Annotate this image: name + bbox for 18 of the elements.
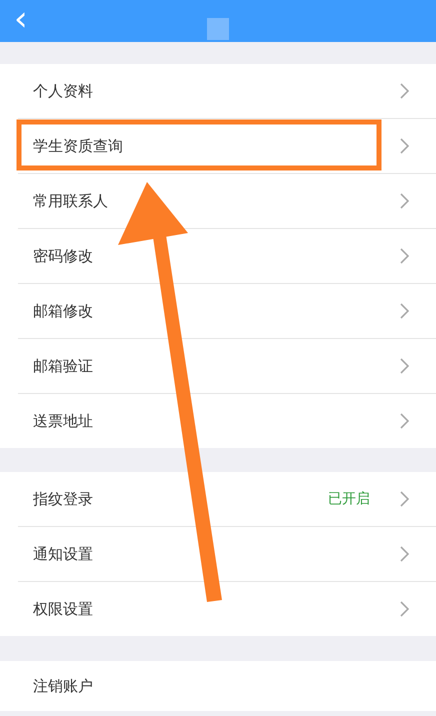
blurred-title-block bbox=[207, 18, 229, 40]
row-label: 送票地址 bbox=[33, 412, 94, 430]
settings-row[interactable]: 送票地址 bbox=[18, 394, 436, 448]
settings-row[interactable]: 权限设置 bbox=[18, 582, 436, 636]
row-label: 注销账户 bbox=[33, 676, 94, 696]
row-label: 学生资质查询 bbox=[33, 136, 124, 156]
row-label: 指纹登录 bbox=[33, 490, 94, 508]
settings-row[interactable]: 注销账户 bbox=[18, 661, 436, 711]
status-text: 已开启 bbox=[328, 490, 370, 508]
row-label: 密码修改 bbox=[33, 246, 94, 266]
row-label: 权限设置 bbox=[33, 600, 94, 618]
row-label: 邮箱验证 bbox=[33, 356, 94, 376]
settings-row[interactable]: 学生资质查询 bbox=[18, 119, 436, 174]
row-label: 个人资料 bbox=[33, 82, 94, 100]
row-label: 通知设置 bbox=[33, 544, 94, 564]
row-label: 常用联系人 bbox=[33, 192, 109, 210]
settings-row[interactable]: 个人资料 bbox=[18, 64, 436, 119]
row-label: 邮箱修改 bbox=[33, 302, 94, 320]
